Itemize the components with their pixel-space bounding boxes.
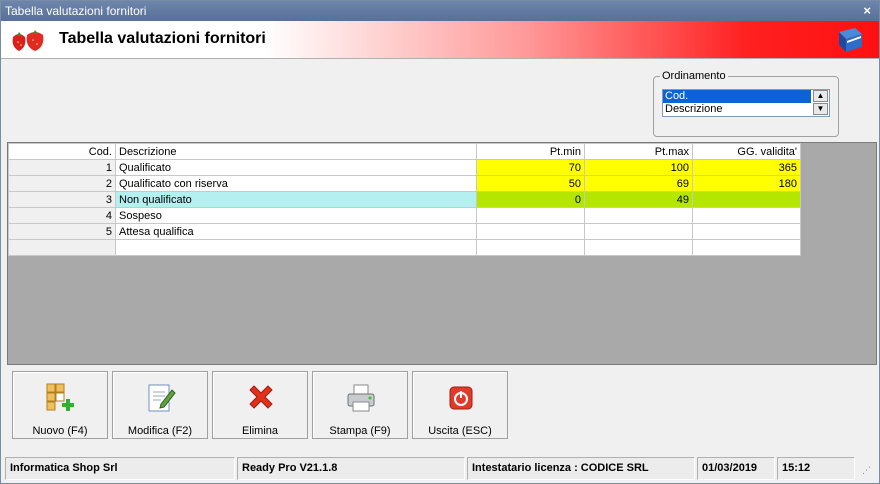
ordinamento-legend: Ordinamento [660, 70, 728, 82]
scroll-down-icon[interactable]: ▼ [813, 103, 828, 115]
cell-ptmin[interactable]: 50 [476, 175, 585, 192]
cell-ptmax[interactable]: 69 [584, 175, 693, 192]
uscita-button[interactable]: Uscita (ESC) [412, 371, 508, 439]
cell-ptmin[interactable] [476, 223, 585, 240]
column-header-cod[interactable]: Cod. [8, 143, 116, 160]
cell-ptmin[interactable] [476, 239, 585, 256]
cell-gg-validita[interactable] [692, 191, 801, 208]
power-icon [449, 386, 473, 410]
scroll-up-icon[interactable]: ▲ [813, 90, 828, 102]
ordinamento-listbox[interactable]: Cod. Descrizione ▲ ▼ [662, 89, 830, 117]
cell-cod[interactable]: 2 [8, 175, 116, 192]
column-header-descrizione[interactable]: Descrizione [115, 143, 477, 160]
cell-descrizione[interactable]: Sospeso [115, 207, 477, 224]
delete-x-icon [249, 385, 273, 409]
modifica-button[interactable]: Modifica (F2) [112, 371, 208, 439]
table-header-row: Cod. Descrizione Pt.min Pt.max GG. valid… [8, 143, 801, 160]
main-window: Tabella valutazioni fornitori × Tabella … [0, 0, 880, 484]
table-row[interactable]: 5 Attesa qualifica [8, 223, 801, 240]
cell-ptmax[interactable] [584, 207, 693, 224]
modifica-label: Modifica (F2) [127, 425, 193, 437]
table-row[interactable]: 1 Qualificato 70 100 365 [8, 159, 801, 176]
cell-descrizione[interactable] [115, 239, 477, 256]
status-license: Intestatario licenza : CODICE SRL [467, 457, 695, 480]
edit-document-icon [148, 384, 176, 412]
header-banner: Tabella valutazioni fornitori [1, 21, 879, 59]
column-header-ptmin[interactable]: Pt.min [476, 143, 585, 160]
close-icon[interactable]: × [863, 1, 871, 21]
column-header-gg-validita[interactable]: GG. validita' [692, 143, 801, 160]
cell-gg-validita[interactable]: 180 [692, 175, 801, 192]
cell-descrizione[interactable]: Attesa qualifica [115, 223, 477, 240]
cell-gg-validita[interactable] [692, 239, 801, 256]
printer-icon [347, 384, 375, 412]
cell-ptmin[interactable] [476, 207, 585, 224]
table-row-empty[interactable] [8, 239, 801, 256]
cell-cod[interactable]: 3 [8, 191, 116, 208]
ordinamento-option-cod[interactable]: Cod. [663, 90, 811, 103]
status-date: 01/03/2019 [697, 457, 775, 480]
cell-descrizione[interactable]: Qualificato con riserva [115, 175, 477, 192]
cell-cod[interactable]: 5 [8, 223, 116, 240]
status-company: Informatica Shop Srl [5, 457, 235, 480]
column-header-ptmax[interactable]: Pt.max [584, 143, 693, 160]
elimina-label: Elimina [241, 425, 279, 437]
elimina-button[interactable]: Elimina [212, 371, 308, 439]
book-icon[interactable] [835, 26, 865, 54]
stampa-label: Stampa (F9) [329, 425, 391, 437]
cell-ptmax[interactable]: 100 [584, 159, 693, 176]
status-version: Ready Pro V21.1.8 [237, 457, 465, 480]
uscita-label: Uscita (ESC) [428, 425, 492, 437]
cell-gg-validita[interactable]: 365 [692, 159, 801, 176]
table-row[interactable]: 4 Sospeso [8, 207, 801, 224]
strawberry-icon [12, 30, 44, 51]
ordinamento-group: Ordinamento Cod. Descrizione ▲ ▼ [653, 70, 839, 137]
stampa-button[interactable]: Stampa (F9) [312, 371, 408, 439]
cell-ptmax[interactable] [584, 223, 693, 240]
cell-cod[interactable]: 4 [8, 207, 116, 224]
cell-gg-validita[interactable] [692, 223, 801, 240]
ordinamento-option-descrizione[interactable]: Descrizione [663, 103, 811, 116]
new-grid-icon [46, 383, 74, 411]
cell-ptmax[interactable] [584, 239, 693, 256]
status-bar: Informatica Shop Srl Ready Pro V21.1.8 I… [5, 457, 877, 480]
cell-gg-validita[interactable] [692, 207, 801, 224]
cell-descrizione[interactable]: Non qualificato [115, 191, 477, 208]
cell-cod[interactable] [8, 239, 116, 256]
title-bar: Tabella valutazioni fornitori × [1, 1, 879, 21]
page-title: Tabella valutazioni fornitori [59, 30, 266, 47]
status-time: 15:12 [777, 457, 855, 480]
resize-grip-icon[interactable]: ⋰ [862, 465, 871, 476]
nuovo-button[interactable]: Nuovo (F4) [12, 371, 108, 439]
table-row[interactable]: 2 Qualificato con riserva 50 69 180 [8, 175, 801, 192]
grid-area: Cod. Descrizione Pt.min Pt.max GG. valid… [7, 142, 877, 365]
table-row[interactable]: 3 Non qualificato 0 49 [8, 191, 801, 208]
nuovo-label: Nuovo (F4) [32, 425, 88, 437]
cell-descrizione[interactable]: Qualificato [115, 159, 477, 176]
cell-ptmin[interactable]: 0 [476, 191, 585, 208]
cell-ptmin[interactable]: 70 [476, 159, 585, 176]
window-title: Tabella valutazioni fornitori [5, 4, 147, 18]
cell-cod[interactable]: 1 [8, 159, 116, 176]
cell-ptmax[interactable]: 49 [584, 191, 693, 208]
valutazioni-table: Cod. Descrizione Pt.min Pt.max GG. valid… [8, 143, 801, 256]
